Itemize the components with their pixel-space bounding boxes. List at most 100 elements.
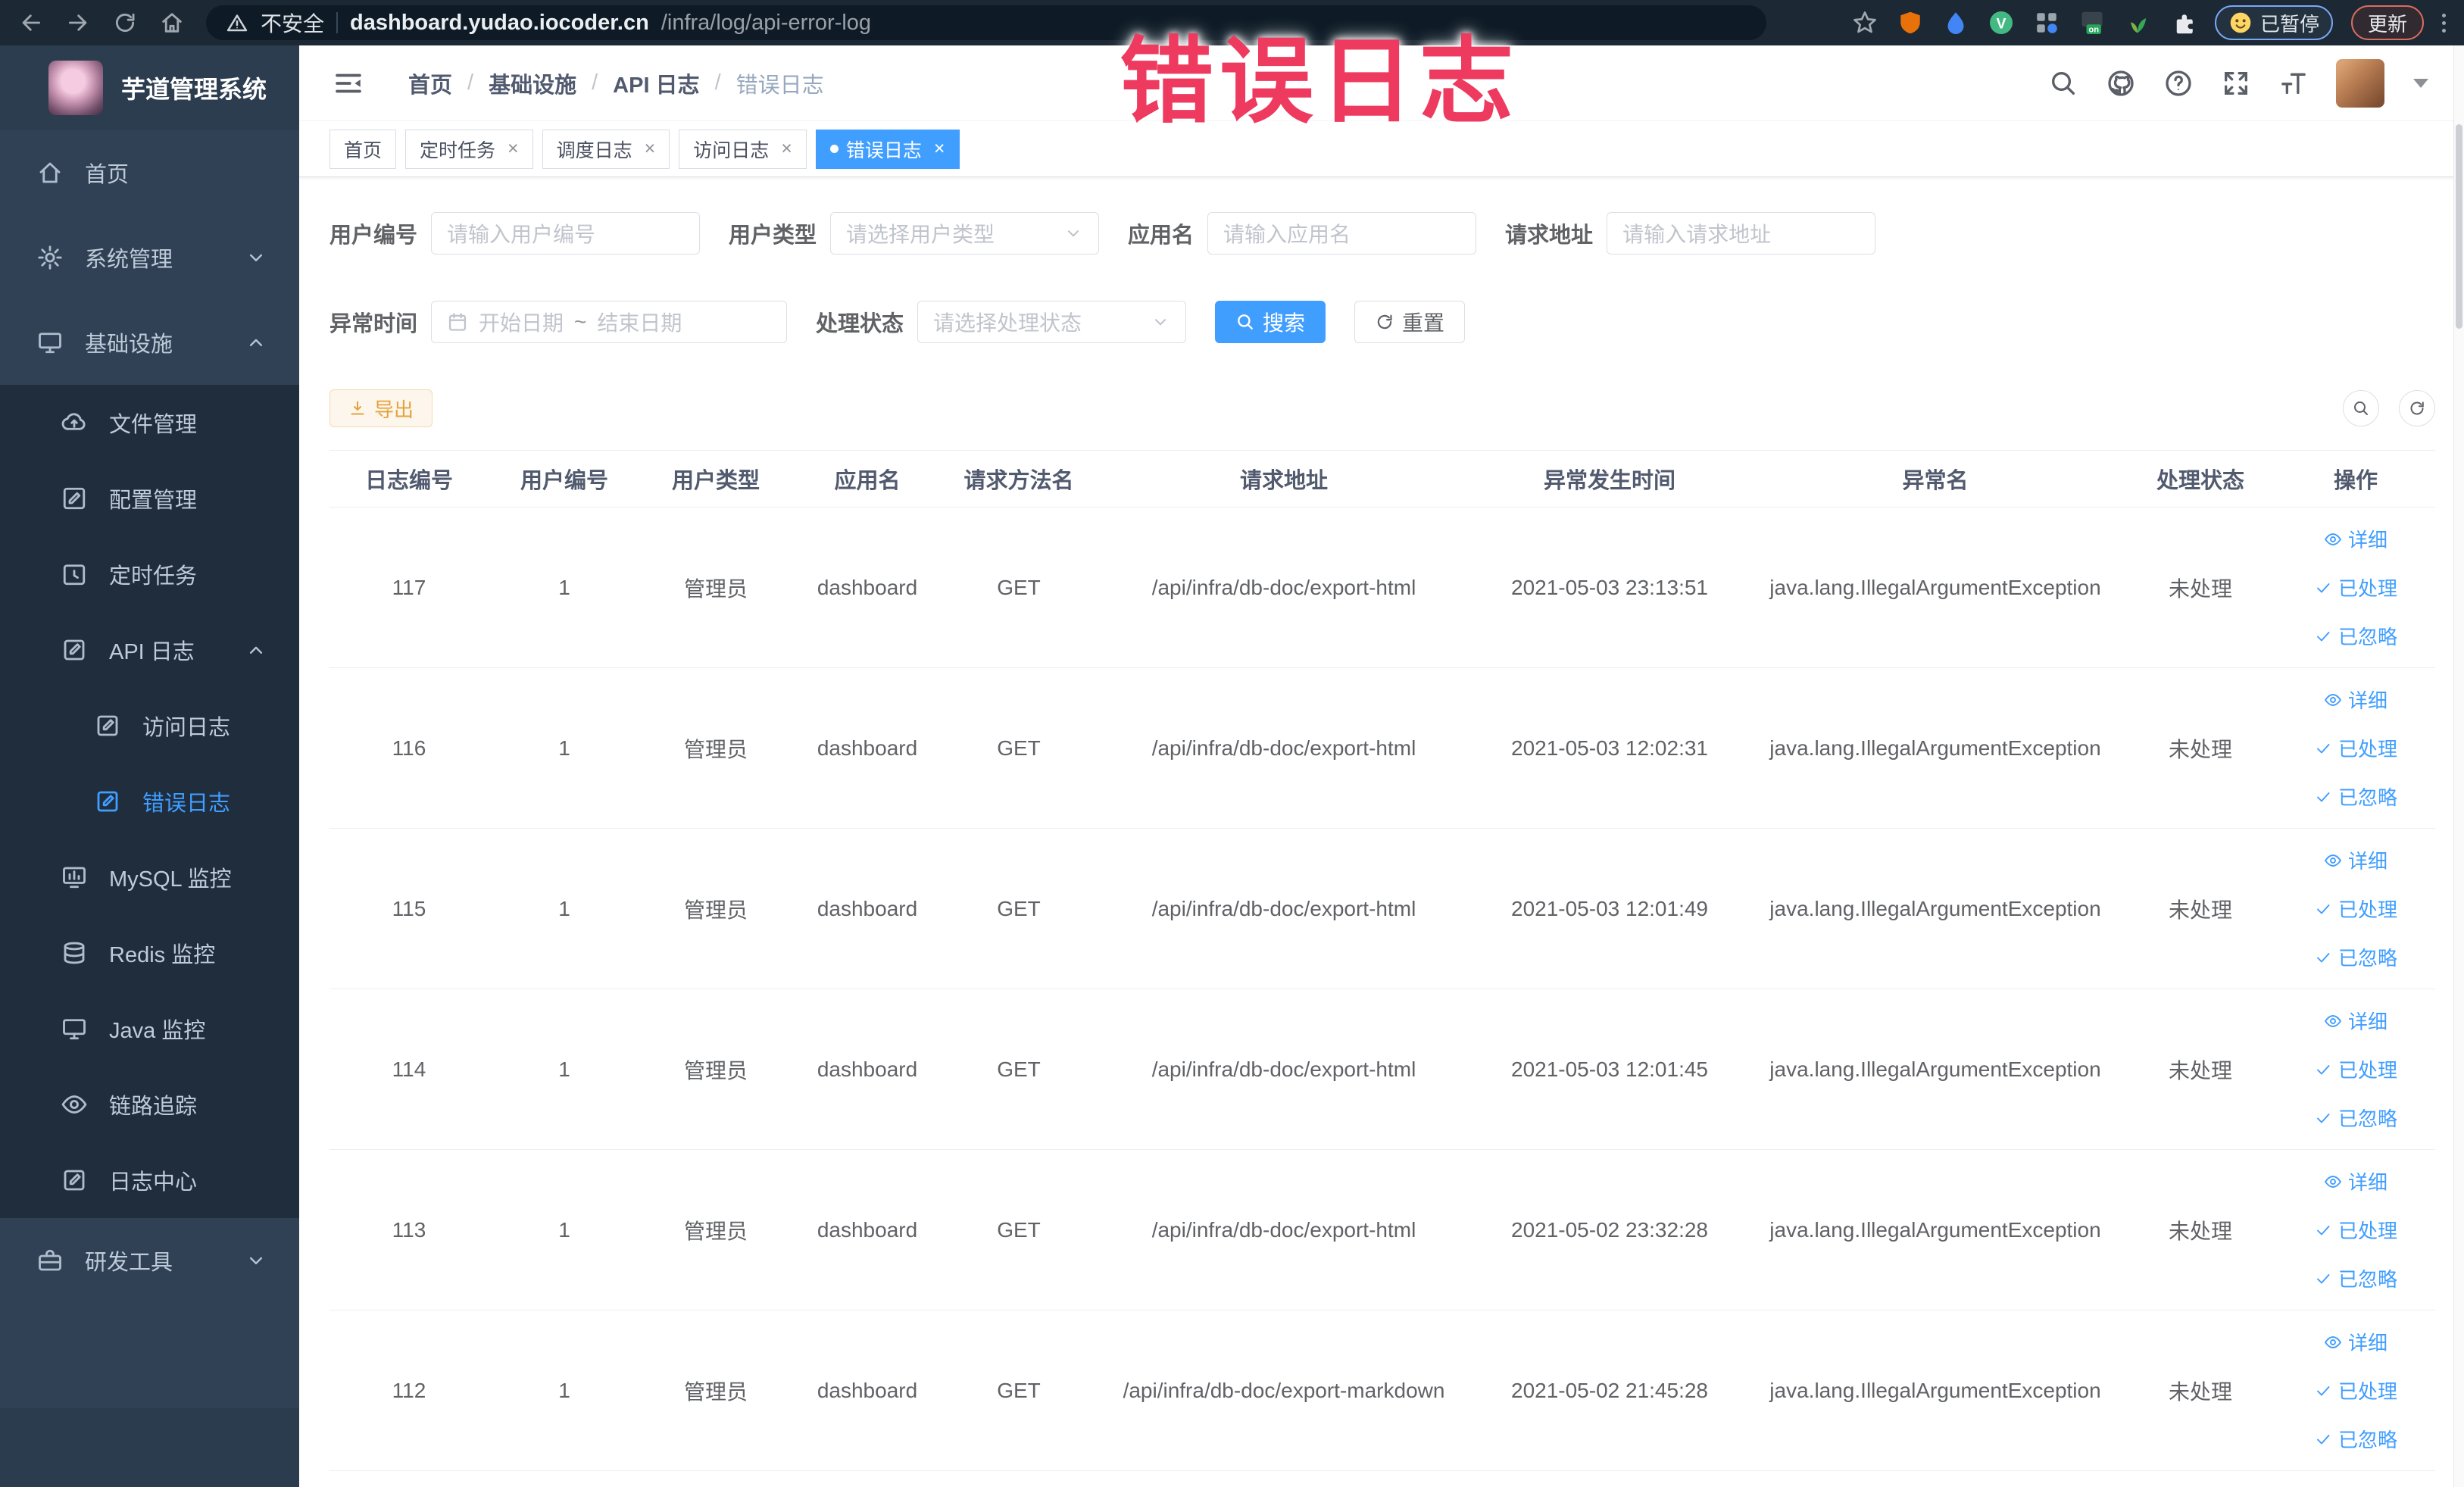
toggle-search-button[interactable] bbox=[2343, 390, 2379, 426]
tab-access-log[interactable]: 访问日志 × bbox=[679, 129, 807, 169]
process-status-select[interactable]: 请选择处理状态 bbox=[917, 301, 1187, 343]
extension-vue-devtools-icon[interactable]: V bbox=[1988, 9, 2015, 36]
detail-link[interactable]: 详细 bbox=[2324, 1328, 2387, 1356]
app-name-input[interactable]: 请输入应用名 bbox=[1207, 212, 1477, 255]
extension-blue-drop-icon[interactable] bbox=[1942, 9, 1969, 36]
sidebar-item-config-management[interactable]: 配置管理 bbox=[0, 461, 299, 536]
sidebar-item-redis-monitor[interactable]: Redis 监控 bbox=[0, 915, 299, 991]
breadcrumb-item[interactable]: 首页 bbox=[408, 67, 452, 99]
sidebar-item-label: 配置管理 bbox=[109, 489, 198, 513]
browser-update-button[interactable]: 更新 bbox=[2350, 5, 2424, 40]
close-tab-icon[interactable]: × bbox=[645, 139, 656, 158]
page-scrollbar[interactable] bbox=[2453, 45, 2464, 1487]
sidebar-item-file-management[interactable]: 文件管理 bbox=[0, 385, 299, 461]
fullscreen-icon[interactable] bbox=[2221, 68, 2251, 98]
user-avatar[interactable] bbox=[2336, 58, 2384, 108]
scrollbar-thumb[interactable] bbox=[2456, 124, 2462, 329]
ignored-link[interactable]: 已忽略 bbox=[2314, 1104, 2397, 1132]
check-icon bbox=[2314, 1430, 2332, 1448]
tab-home[interactable]: 首页 bbox=[329, 129, 397, 169]
ignored-link[interactable]: 已忽略 bbox=[2314, 1264, 2397, 1292]
help-icon[interactable] bbox=[2163, 68, 2194, 98]
sidebar-item-access-log[interactable]: 访问日志 bbox=[0, 688, 299, 764]
sidebar-item-label: Java 监控 bbox=[109, 1019, 206, 1043]
ignored-link[interactable]: 已忽略 bbox=[2314, 783, 2397, 811]
sidebar-item-trace[interactable]: 链路追踪 bbox=[0, 1067, 299, 1142]
processed-link[interactable]: 已处理 bbox=[2314, 573, 2397, 601]
sidebar: 芋道管理系统 首页 系统管理 基础设施 文件管理配置管理定时任务 API 日志访问日志错… bbox=[0, 45, 299, 1487]
github-icon[interactable] bbox=[2106, 68, 2136, 98]
ignored-link[interactable]: 已忽略 bbox=[2314, 622, 2397, 650]
reset-button[interactable]: 重置 bbox=[1354, 301, 1466, 343]
browser-menu-icon[interactable] bbox=[2442, 13, 2446, 33]
close-tab-icon[interactable]: × bbox=[934, 139, 945, 158]
extension-leaf-icon[interactable] bbox=[2124, 9, 2151, 36]
processed-link[interactable]: 已处理 bbox=[2314, 1376, 2397, 1404]
detail-link[interactable]: 详细 bbox=[2324, 846, 2387, 874]
security-warning-icon[interactable] bbox=[226, 11, 248, 34]
detail-link[interactable]: 详细 bbox=[2324, 1007, 2387, 1035]
breadcrumb-item[interactable]: 基础设施 bbox=[489, 67, 576, 99]
browser-home-icon[interactable] bbox=[159, 10, 185, 36]
cell-request-url: /api/infra/db-doc/export-html bbox=[1151, 736, 1416, 760]
extension-on-badge-icon[interactable]: on bbox=[2078, 9, 2106, 36]
sidebar-item-log-center[interactable]: 日志中心 bbox=[0, 1142, 299, 1218]
search-button[interactable]: 搜索 bbox=[1215, 301, 1326, 343]
sidebar-item-label: API 日志 bbox=[109, 640, 195, 664]
extension-grid-icon[interactable] bbox=[2033, 9, 2060, 36]
ignored-link[interactable]: 已忽略 bbox=[2314, 943, 2397, 971]
exception-time-range-picker[interactable]: 开始日期 ~ 结束日期 bbox=[431, 301, 788, 343]
processed-link[interactable]: 已处理 bbox=[2314, 734, 2397, 762]
detail-link[interactable]: 详细 bbox=[2324, 1167, 2387, 1195]
sidebar-item-system-management[interactable]: 系统管理 bbox=[0, 215, 299, 300]
vue-badge-letter: V bbox=[1996, 16, 2006, 33]
close-tab-icon[interactable]: × bbox=[781, 139, 792, 158]
refresh-table-button[interactable] bbox=[2399, 390, 2435, 426]
export-button[interactable]: 导出 bbox=[329, 389, 433, 427]
detail-link[interactable]: 详细 bbox=[2324, 525, 2387, 553]
tab-scheduled-tasks[interactable]: 定时任务 × bbox=[405, 129, 533, 169]
action-label: 已处理 bbox=[2338, 1220, 2397, 1242]
sidebar-item-error-log[interactable]: 错误日志 bbox=[0, 764, 299, 839]
browser-back-icon[interactable] bbox=[18, 10, 44, 36]
cell-exception-time: 2021-05-03 23:13:51 bbox=[1511, 575, 1708, 599]
processed-link[interactable]: 已处理 bbox=[2314, 1055, 2397, 1083]
profile-paused-badge[interactable]: 已暂停 bbox=[2214, 5, 2333, 40]
detail-link[interactable]: 详细 bbox=[2324, 686, 2387, 714]
sidebar-logo-row[interactable]: 芋道管理系统 bbox=[0, 45, 299, 130]
tab-error-log[interactable]: 错误日志 × bbox=[815, 129, 960, 169]
user-type-select[interactable]: 请选择用户类型 bbox=[830, 212, 1100, 255]
chevron-up-icon bbox=[245, 639, 267, 661]
sidebar-item-infrastructure[interactable]: 基础设施 bbox=[0, 300, 299, 385]
sidebar-item-scheduled-tasks[interactable]: 定时任务 bbox=[0, 536, 299, 612]
bookmark-star-icon[interactable] bbox=[1851, 9, 1878, 36]
processed-link[interactable]: 已处理 bbox=[2314, 1216, 2397, 1244]
avatar-caret-down-icon[interactable] bbox=[2413, 78, 2428, 88]
extensions-puzzle-icon[interactable] bbox=[2169, 9, 2197, 36]
sidebar-item-mysql-monitor[interactable]: MySQL 监控 bbox=[0, 839, 299, 915]
logdoc-icon bbox=[61, 636, 88, 664]
action-label: 已处理 bbox=[2338, 738, 2397, 761]
action-label: 已处理 bbox=[2338, 898, 2397, 921]
sidebar-item-home[interactable]: 首页 bbox=[0, 130, 299, 215]
user-id-input[interactable]: 请输入用户编号 bbox=[431, 212, 701, 255]
breadcrumb-item[interactable]: API 日志 bbox=[613, 67, 699, 99]
address-bar[interactable]: 不安全 dashboard.yudao.iocoder.cn/infra/log… bbox=[206, 5, 1766, 40]
search-icon[interactable] bbox=[2048, 68, 2078, 98]
extension-orange-shield-icon[interactable] bbox=[1897, 9, 1924, 36]
font-size-icon[interactable] bbox=[2278, 68, 2309, 98]
request-url-input[interactable]: 请输入请求地址 bbox=[1607, 212, 1876, 255]
processed-link[interactable]: 已处理 bbox=[2314, 895, 2397, 923]
cell-exception-name: java.lang.IllegalArgumentException bbox=[1769, 1057, 2101, 1081]
sidebar-item-java-monitor[interactable]: Java 监控 bbox=[0, 991, 299, 1067]
sidebar-collapse-icon[interactable] bbox=[333, 67, 364, 99]
sidebar-item-api-log[interactable]: API 日志 bbox=[0, 612, 299, 688]
reset-button-item: 重置 bbox=[1354, 301, 1466, 343]
ignored-link[interactable]: 已忽略 bbox=[2314, 1425, 2397, 1453]
sidebar-item-dev-tools[interactable]: 研发工具 bbox=[0, 1218, 299, 1303]
check-icon bbox=[2314, 788, 2332, 806]
close-tab-icon[interactable]: × bbox=[507, 139, 519, 158]
browser-reload-icon[interactable] bbox=[112, 10, 138, 36]
browser-forward-icon[interactable] bbox=[65, 10, 91, 36]
tab-schedule-log[interactable]: 调度日志 × bbox=[542, 129, 670, 169]
